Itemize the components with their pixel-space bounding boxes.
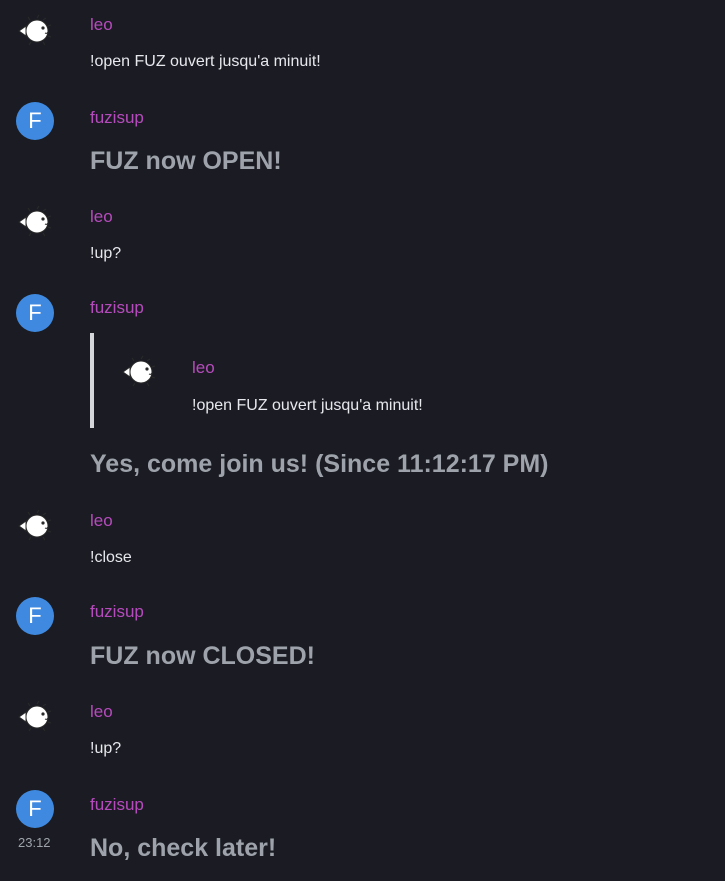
sender-name[interactable]: leo: [90, 206, 113, 228]
message-body: !close: [90, 549, 132, 566]
message-body: Yes, come join us! (Since 11:12:17 PM): [90, 450, 549, 478]
pufferfish-avatar-icon[interactable]: [16, 509, 54, 541]
message-fuzisup: F fuzisup leo !open FUZ ouvert jusqu'a m…: [0, 294, 725, 484]
message-body: !up?: [90, 245, 122, 262]
chat-timeline: leo !open FUZ ouvert jusqu'a minuit! F f…: [0, 0, 725, 881]
sender-name[interactable]: fuzisup: [90, 794, 144, 816]
message-body: No, check later!: [90, 834, 277, 862]
fuzisup-avatar[interactable]: F: [16, 102, 54, 140]
message-timestamp[interactable]: 23:12: [18, 835, 51, 851]
fuzisup-avatar[interactable]: F: [16, 790, 54, 828]
message-body: !open FUZ ouvert jusqu'a minuit!: [90, 53, 321, 70]
message-body: FUZ now OPEN!: [90, 147, 282, 175]
quote-sender-name[interactable]: leo: [192, 357, 215, 379]
message-fuzisup: F fuzisup FUZ now OPEN!: [0, 102, 725, 182]
sender-name[interactable]: leo: [90, 510, 113, 532]
message-leo: leo !up?: [0, 205, 725, 265]
message-body: !up?: [90, 740, 122, 757]
pufferfish-avatar-icon: [122, 355, 156, 387]
pufferfish-avatar-icon[interactable]: [16, 700, 54, 732]
fuzisup-avatar[interactable]: F: [16, 294, 54, 332]
sender-name[interactable]: fuzisup: [90, 107, 144, 129]
pufferfish-avatar-icon[interactable]: [16, 14, 54, 46]
sender-name[interactable]: fuzisup: [90, 601, 144, 623]
message-fuzisup: F fuzisup FUZ now CLOSED!: [0, 597, 725, 677]
sender-name[interactable]: leo: [90, 14, 113, 36]
message-fuzisup: F fuzisup 23:12 No, check later!: [0, 790, 725, 870]
message-leo: leo !up?: [0, 700, 725, 760]
sender-name[interactable]: fuzisup: [90, 297, 144, 319]
sender-name[interactable]: leo: [90, 701, 113, 723]
fuzisup-avatar[interactable]: F: [16, 597, 54, 635]
message-body: FUZ now CLOSED!: [90, 642, 315, 670]
message-leo: leo !close: [0, 509, 725, 569]
quoted-message[interactable]: leo !open FUZ ouvert jusqu'a minuit!: [90, 333, 654, 428]
message-leo: leo !open FUZ ouvert jusqu'a minuit!: [0, 14, 725, 74]
pufferfish-avatar-icon[interactable]: [16, 205, 54, 237]
quote-body: !open FUZ ouvert jusqu'a minuit!: [192, 397, 423, 414]
